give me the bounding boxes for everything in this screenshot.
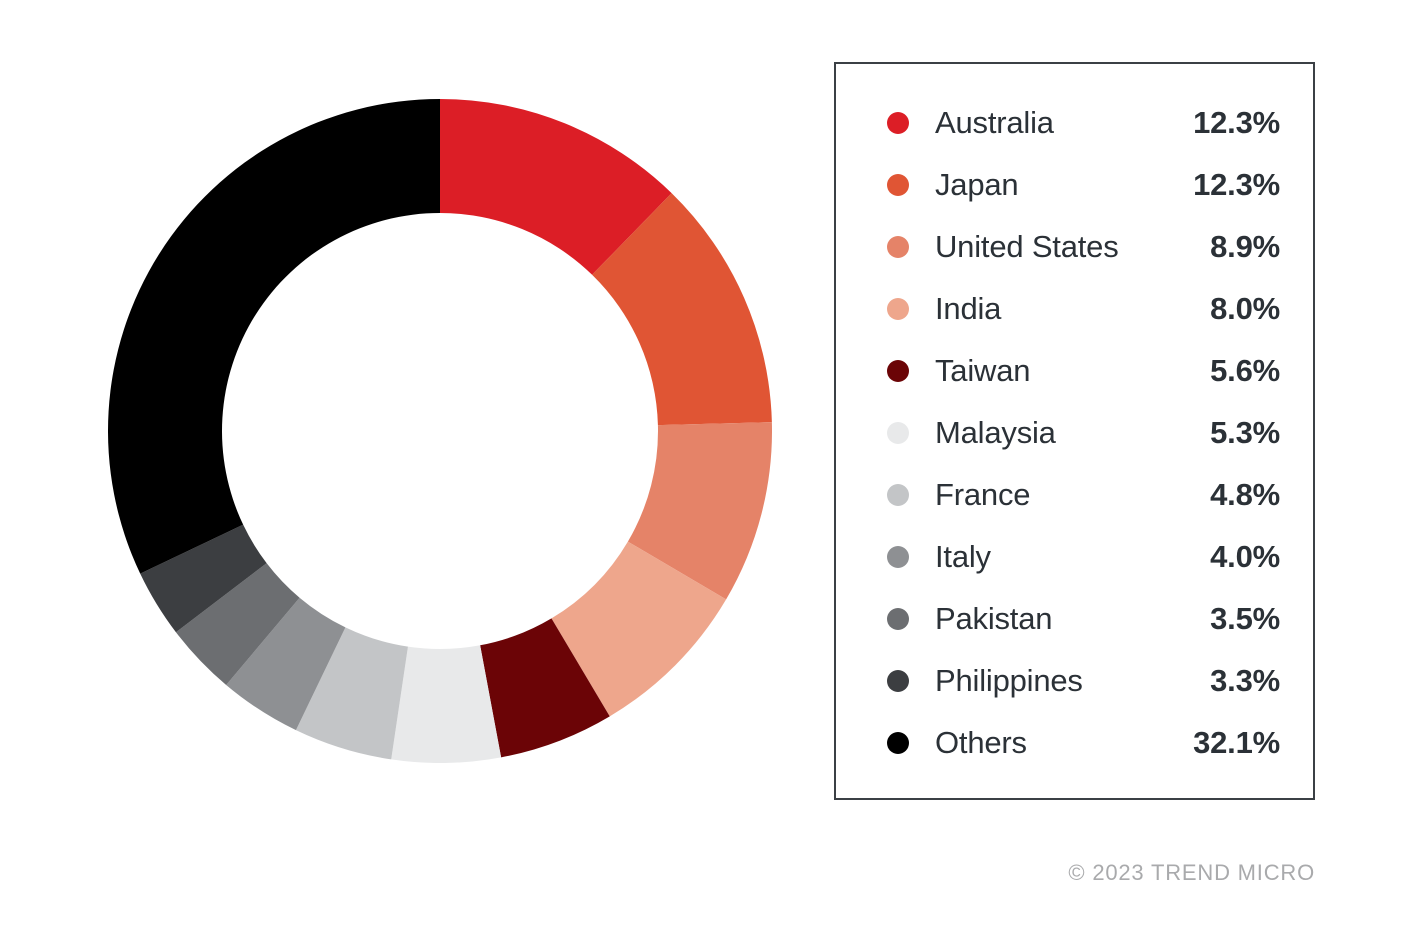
legend-item[interactable]: Others 32.1%: [887, 712, 1280, 774]
legend-item-label: Japan: [935, 167, 1019, 202]
chart-legend: Australia 12.3% Japan 12.3% United States 8.9…: [834, 62, 1315, 800]
legend-item-label: Others: [935, 725, 1027, 760]
legend-item[interactable]: Italy 4.0%: [887, 526, 1280, 588]
donut-chart: [108, 99, 772, 763]
legend-item-value: 12.3%: [1193, 105, 1280, 140]
legend-item-value: 3.3%: [1210, 663, 1280, 698]
legend-item-label: India: [935, 291, 1002, 326]
donut-slice[interactable]: [108, 99, 440, 574]
donut-chart-svg: [108, 99, 772, 763]
legend-item-label: Philippines: [935, 663, 1083, 698]
legend-color-swatch-icon: [887, 174, 909, 196]
legend-item[interactable]: India 8.0%: [887, 278, 1280, 340]
legend-item-label: Australia: [935, 105, 1054, 140]
legend-color-swatch-icon: [887, 298, 909, 320]
legend-color-swatch-icon: [887, 608, 909, 630]
legend-item-value: 3.5%: [1210, 601, 1280, 636]
legend-item[interactable]: Malaysia 5.3%: [887, 402, 1280, 464]
legend-item[interactable]: Pakistan 3.5%: [887, 588, 1280, 650]
legend-item-value: 5.6%: [1210, 353, 1280, 388]
legend-item-label: Malaysia: [935, 415, 1056, 450]
legend-item[interactable]: Philippines 3.3%: [887, 650, 1280, 712]
legend-color-swatch-icon: [887, 546, 909, 568]
legend-item[interactable]: Japan 12.3%: [887, 154, 1280, 216]
legend-item-value: 32.1%: [1193, 725, 1280, 760]
legend-color-swatch-icon: [887, 670, 909, 692]
legend-item-value: 5.3%: [1210, 415, 1280, 450]
legend-color-swatch-icon: [887, 732, 909, 754]
copyright-notice: © 2023 TREND MICRO: [1068, 860, 1315, 885]
legend-item[interactable]: United States 8.9%: [887, 216, 1280, 278]
legend-item[interactable]: Taiwan 5.6%: [887, 340, 1280, 402]
legend-item[interactable]: France 4.8%: [887, 464, 1280, 526]
legend-item-list: Australia 12.3% Japan 12.3% United States 8.9…: [887, 92, 1280, 774]
legend-color-swatch-icon: [887, 422, 909, 444]
legend-item-label: France: [935, 477, 1031, 512]
legend-color-swatch-icon: [887, 112, 909, 134]
legend-item-value: 8.9%: [1210, 229, 1280, 264]
legend-color-swatch-icon: [887, 360, 909, 382]
legend-color-swatch-icon: [887, 236, 909, 258]
legend-item-value: 4.8%: [1210, 477, 1280, 512]
legend-item-label: United States: [935, 229, 1119, 264]
legend-color-swatch-icon: [887, 484, 909, 506]
legend-item[interactable]: Australia 12.3%: [887, 92, 1280, 154]
legend-item-label: Taiwan: [935, 353, 1031, 388]
legend-item-value: 8.0%: [1210, 291, 1280, 326]
legend-item-value: 4.0%: [1210, 539, 1280, 574]
legend-item-value: 12.3%: [1193, 167, 1280, 202]
legend-item-label: Italy: [935, 539, 991, 574]
legend-item-label: Pakistan: [935, 601, 1053, 636]
